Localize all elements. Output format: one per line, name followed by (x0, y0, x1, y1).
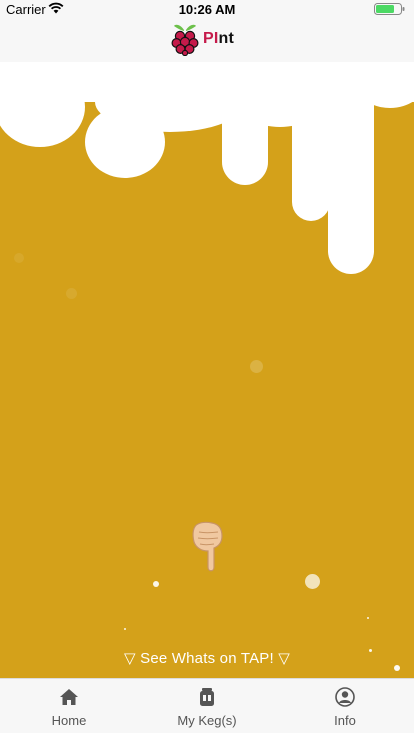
person-icon (335, 687, 355, 707)
keg-icon (200, 688, 214, 706)
home-icon (60, 689, 78, 705)
tab-my-kegs[interactable]: My Keg(s) (138, 679, 276, 733)
pointing-down-hand-icon (192, 521, 223, 572)
raspberry-pi-icon (171, 24, 199, 56)
bubble (14, 253, 24, 263)
bubble (124, 628, 126, 630)
navigation-bar: PInt (0, 20, 414, 63)
clock: 10:26 AM (178, 2, 236, 17)
bubble (153, 581, 159, 587)
brand-name: PInt (203, 30, 235, 47)
beer-tap-area[interactable]: ▽ See Whats on TAP! ▽ (0, 62, 414, 678)
bubble (250, 360, 263, 373)
tab-bar: Home My Keg(s) Info (0, 678, 414, 733)
tab-label: My Keg(s) (177, 713, 237, 728)
beer-foam (0, 62, 414, 274)
bubble (305, 574, 320, 589)
tab-label: Home (51, 713, 87, 728)
tab-label: Info (334, 713, 356, 728)
tab-info[interactable]: Info (276, 679, 414, 733)
bubble (66, 288, 77, 299)
bubble (367, 617, 369, 619)
tab-home[interactable]: Home (0, 679, 138, 733)
see-whats-on-tap-link[interactable]: ▽ See Whats on TAP! ▽ (0, 649, 414, 667)
status-bar: Carrier 10:26 AM (0, 0, 414, 20)
battery-icon (374, 3, 405, 15)
